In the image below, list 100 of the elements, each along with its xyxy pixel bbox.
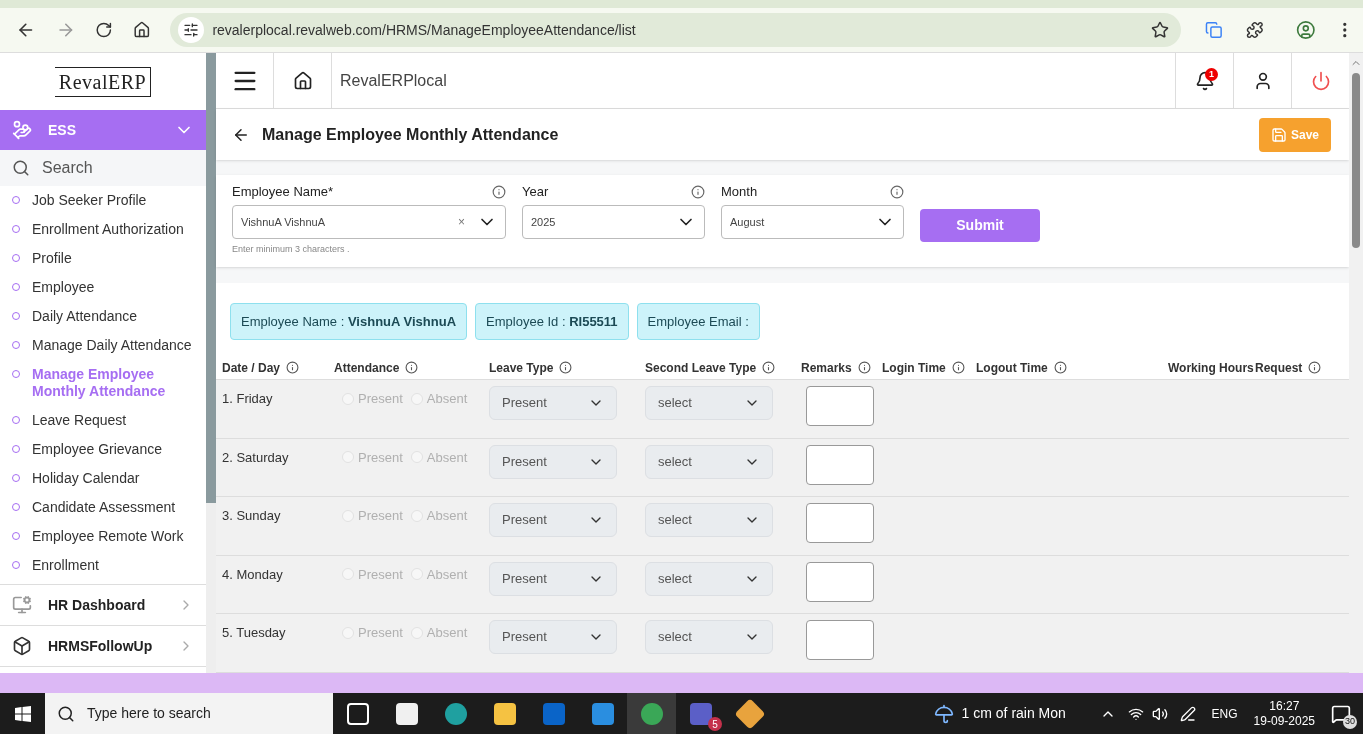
info-icon[interactable] [890, 185, 904, 199]
extensions-icon[interactable] [1246, 21, 1264, 39]
second-leave-type-select[interactable]: select [645, 561, 773, 596]
radio-label: Present [358, 624, 403, 642]
radio-label: Present [358, 448, 403, 467]
tabs-icon[interactable] [1204, 21, 1223, 39]
sidebar-item[interactable]: Enrollment Authorization [0, 215, 206, 244]
notification-badge: 1 [1205, 68, 1218, 81]
leave-type-select[interactable]: Present [489, 503, 617, 537]
logo[interactable]: RevalERP [54, 66, 152, 97]
weather-text[interactable]: 1 cm of rain Mon [961, 703, 1092, 724]
sidebar-item[interactable]: Employee Grievance [0, 435, 206, 464]
app-name: RevalERPlocal [340, 70, 448, 91]
scrollbar-thumb[interactable] [206, 53, 216, 503]
sidebar-item[interactable]: Job Seeker Profile [0, 186, 206, 215]
url-text: revalerplocal.revalweb.com/HRMS/ManageEmployeeAttendance/list [212, 20, 637, 40]
radio-label: Absent [426, 565, 468, 584]
home-icon[interactable] [292, 70, 313, 91]
volume-icon[interactable] [1151, 705, 1168, 722]
cube-icon [12, 636, 32, 656]
select-field[interactable]: VishnuA VishnuA × [232, 205, 506, 239]
info-icon[interactable] [857, 361, 871, 374]
column-header: Remarks [801, 359, 852, 377]
remarks-field[interactable] [806, 444, 874, 485]
remarks-field[interactable] [806, 561, 874, 602]
search-icon [57, 704, 75, 723]
radio-label: Absent [426, 624, 468, 642]
column-header: Login Time [882, 359, 946, 377]
column-header: Leave Type [489, 359, 554, 377]
leave-type-select[interactable]: Present [489, 620, 617, 654]
bookmark-star-icon[interactable] [1150, 21, 1169, 39]
clear-icon[interactable]: × [458, 213, 465, 231]
info-icon[interactable] [1053, 361, 1067, 374]
windows-logo-icon[interactable] [14, 705, 31, 722]
search-field[interactable]: Search [0, 150, 206, 186]
taskbar-search-field[interactable]: Type here to search [45, 693, 333, 734]
pen-icon[interactable] [1179, 705, 1196, 722]
profile-icon[interactable] [1295, 20, 1316, 40]
clock[interactable]: 16:27 19-09-2025 [1253, 698, 1315, 729]
taskbar-app-icon[interactable] [346, 702, 369, 725]
leave-type-select[interactable]: Present [489, 386, 617, 420]
day-cell-text: 2. Saturday [222, 448, 290, 467]
select-field[interactable]: August [721, 205, 904, 239]
remarks-field[interactable] [806, 620, 874, 660]
sidebar-item[interactable]: Employee [0, 273, 206, 302]
home-icon[interactable] [132, 21, 151, 39]
field-label: Month [721, 183, 758, 202]
remarks-field[interactable] [806, 386, 874, 426]
radio-label: Present [358, 565, 403, 584]
column-header: Request [1255, 359, 1303, 377]
info-icon[interactable] [951, 361, 965, 374]
sidebar-item[interactable]: Holiday Calendar [0, 464, 206, 493]
address-bar[interactable]: revalerplocal.revalweb.com/HRMS/ManageEmployeeAttendance/list [170, 13, 1181, 47]
column-header: Logout Time [976, 359, 1048, 377]
notification-bell-icon[interactable] [1194, 70, 1215, 91]
second-leave-type-select[interactable]: select [645, 503, 773, 537]
day-cell-text: 5. Tuesday [222, 624, 287, 642]
rain-umbrella-icon[interactable] [933, 703, 954, 724]
save-icon [1270, 126, 1287, 143]
sidebar-item[interactable]: Manage Daily Attendance [0, 331, 206, 360]
radio-label: Absent [426, 390, 468, 408]
second-leave-type-select[interactable]: select [645, 620, 773, 654]
language-indicator[interactable]: ENG [1211, 704, 1238, 723]
info-icon[interactable] [405, 361, 419, 374]
taskbar-app-icon[interactable] [395, 702, 418, 725]
power-icon[interactable] [1310, 70, 1331, 91]
notification-count: 30 [1343, 715, 1357, 729]
info-icon[interactable] [492, 185, 506, 199]
column-header: Working Hours [1168, 359, 1254, 377]
info-icon[interactable] [286, 361, 300, 374]
day-cell-text: 3. Sunday [222, 507, 282, 525]
info-icon[interactable] [1308, 361, 1322, 374]
day-cell-text: 4. Monday [222, 565, 284, 584]
sidebar-item[interactable]: Employee Remote Work [0, 522, 206, 551]
info-icon[interactable] [559, 361, 573, 374]
leave-type-select[interactable]: Present [489, 444, 617, 479]
reload-icon[interactable] [95, 21, 113, 39]
search-icon [12, 159, 30, 177]
select-field[interactable]: 2025 [522, 205, 705, 239]
second-leave-type-select[interactable]: select [645, 386, 773, 420]
radio-label: Absent [426, 448, 468, 467]
scrollbar-thumb[interactable] [1352, 73, 1360, 248]
app-badge: 5 [708, 717, 722, 731]
site-settings-icon[interactable] [183, 22, 200, 38]
second-leave-type-select[interactable]: select [645, 444, 773, 479]
info-chip: Employee Email : [636, 303, 760, 340]
sidebar-item[interactable]: Profile [0, 244, 206, 273]
page-title: Manage Employee Monthly Attendance [262, 124, 560, 145]
sidebar-item[interactable]: Daily Attendance [0, 302, 206, 331]
taskbar-app-icon[interactable] [493, 702, 516, 725]
field-label: Year [522, 183, 549, 202]
sidebar-item[interactable]: Leave Request [0, 406, 206, 435]
column-header: Second Leave Type [645, 359, 757, 377]
leave-type-select[interactable]: Present [489, 561, 617, 596]
sidebar-item[interactable]: Candidate Assessment [0, 493, 206, 522]
sidebar-item[interactable]: Enrollment [0, 551, 206, 580]
info-icon[interactable] [762, 361, 776, 374]
info-icon[interactable] [691, 185, 705, 199]
day-cell-text: 1. Friday [222, 390, 274, 408]
remarks-field[interactable] [806, 503, 874, 543]
